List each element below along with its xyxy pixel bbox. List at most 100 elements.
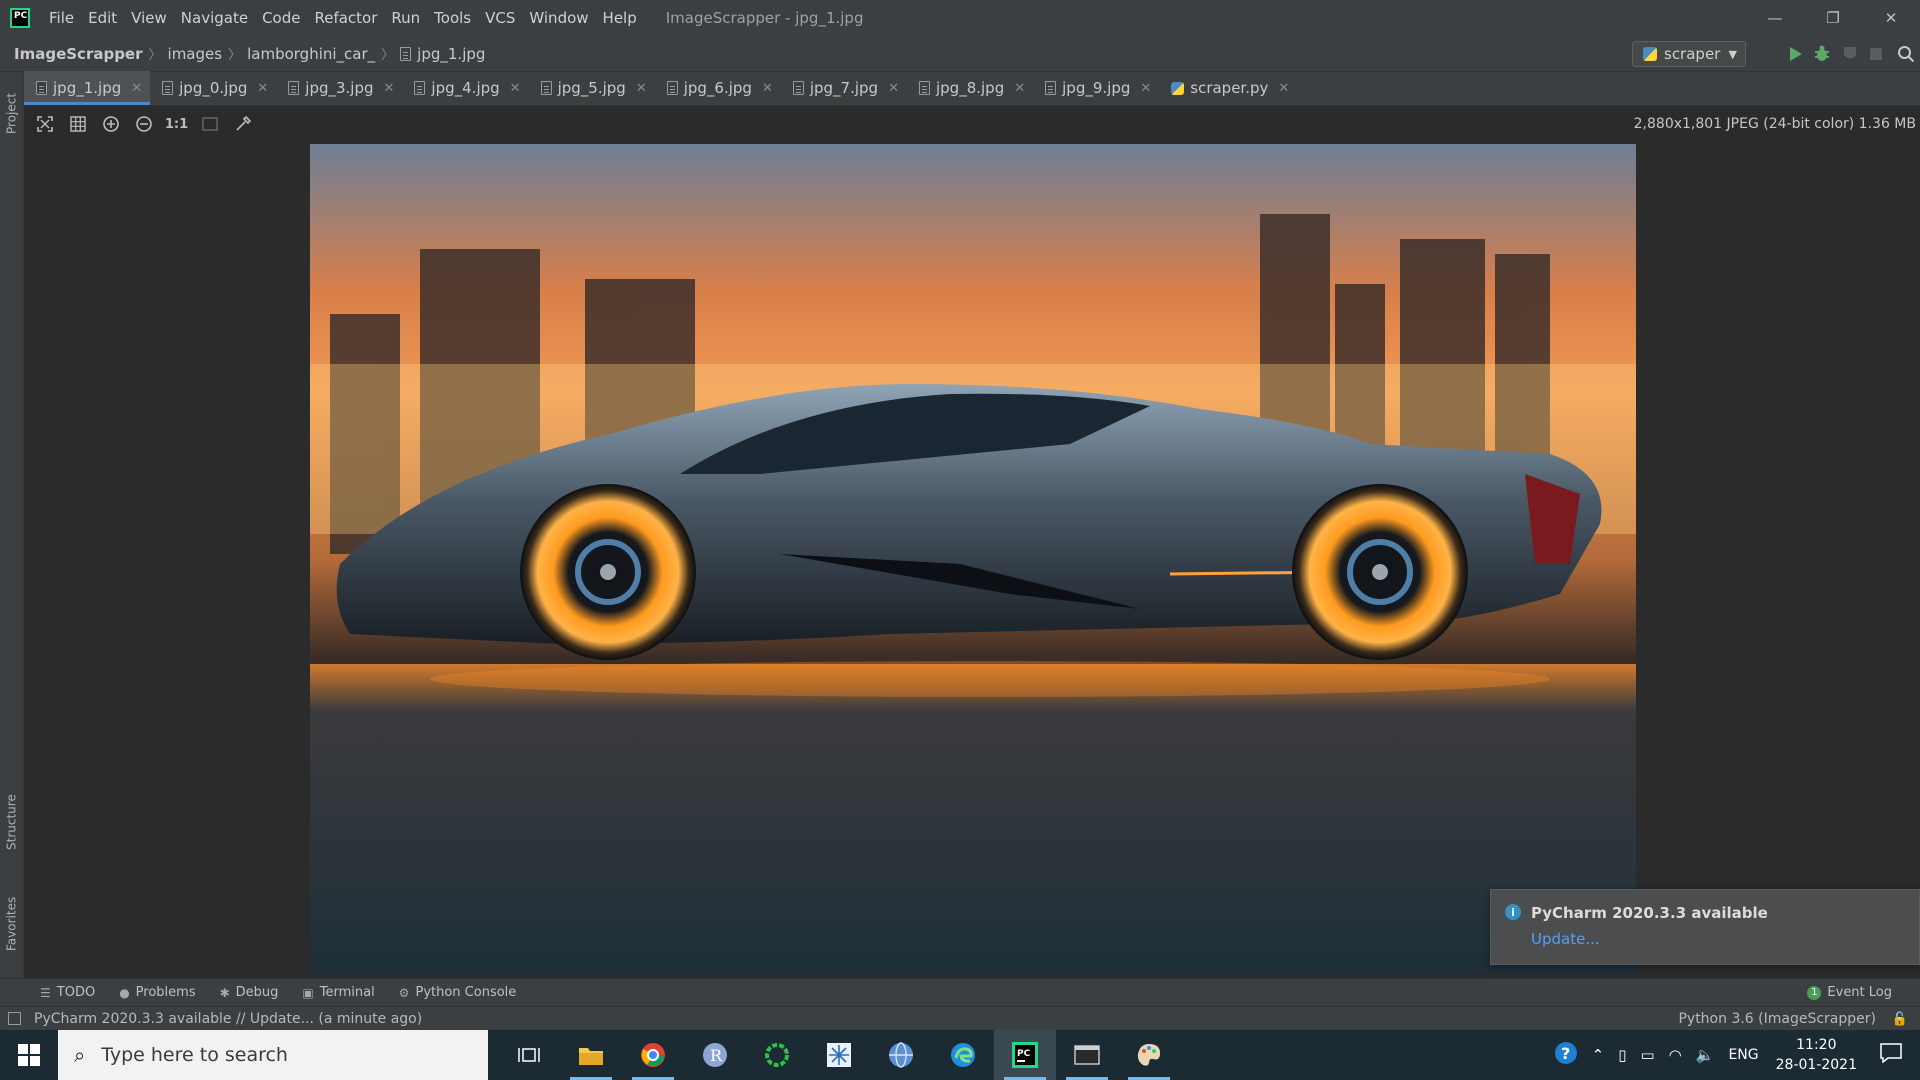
loading-ring-app[interactable] — [746, 1030, 808, 1080]
tab-jpg-9[interactable]: jpg_9.jpg ✕ — [1033, 71, 1159, 105]
zoom-out-icon — [135, 116, 152, 132]
tab-jpg-5[interactable]: jpg_5.jpg ✕ — [529, 71, 655, 105]
tab-jpg-7[interactable]: jpg_7.jpg ✕ — [781, 71, 907, 105]
structure-tool-label: Structure — [4, 794, 19, 850]
run-button[interactable] — [1786, 44, 1806, 64]
globe-icon — [889, 1042, 913, 1068]
tab-label: scraper.py — [1190, 79, 1269, 97]
fit-to-window-button[interactable] — [28, 106, 61, 142]
toggle-grid-button[interactable] — [61, 106, 94, 142]
close-tab-icon[interactable]: ✕ — [1014, 81, 1025, 96]
bug-icon — [1815, 45, 1829, 61]
close-window-button[interactable]: ✕ — [1862, 0, 1920, 36]
file-explorer-app[interactable] — [560, 1030, 622, 1080]
tab-scraper-py[interactable]: scraper.py ✕ — [1159, 71, 1297, 105]
notifications-icon[interactable] — [1880, 1043, 1902, 1067]
clock[interactable]: 11:20 28-01-2021 — [1776, 1035, 1857, 1075]
breadcrumb-folder-lamborghini[interactable]: lamborghini_car_ — [247, 45, 375, 63]
toggle-tool-windows-icon[interactable] — [8, 1012, 21, 1025]
menu-navigate[interactable]: Navigate — [174, 9, 255, 27]
breadcrumb-project[interactable]: ImageScrapper — [14, 45, 143, 63]
wifi-icon[interactable]: ◠ — [1669, 1046, 1682, 1064]
tab-jpg-0[interactable]: jpg_0.jpg ✕ — [150, 71, 276, 105]
breadcrumb-separator-icon: 〉 — [148, 48, 162, 63]
color-picker-button[interactable] — [226, 106, 259, 142]
image-file-icon — [666, 81, 678, 95]
search-everywhere-button[interactable] — [1896, 44, 1916, 64]
globe-app[interactable] — [870, 1030, 932, 1080]
project-tool-tab[interactable]: Project — [0, 78, 23, 148]
lock-icon[interactable]: 🔓 — [1892, 1012, 1908, 1027]
favorites-tool-tab[interactable]: Favorites — [0, 880, 23, 968]
r-app[interactable]: R — [684, 1030, 746, 1080]
menu-file[interactable]: File — [42, 9, 81, 27]
todo-tool-tab[interactable]: ☰ TODO — [40, 985, 95, 1000]
python-interpreter-selector[interactable]: Python 3.6 (ImageScrapper) — [1678, 1011, 1876, 1027]
battery-icon[interactable]: ▭ — [1640, 1046, 1654, 1064]
menu-code[interactable]: Code — [255, 9, 307, 27]
debug-tool-tab[interactable]: ✱ Debug — [220, 985, 279, 1000]
menu-edit[interactable]: Edit — [81, 9, 124, 27]
todo-tool-label: TODO — [56, 985, 96, 1000]
menu-help[interactable]: Help — [596, 9, 644, 27]
problems-tool-tab[interactable]: ● Problems — [119, 985, 195, 1000]
python-console-tool-tab[interactable]: ⚙ Python Console — [399, 985, 517, 1000]
menu-refactor[interactable]: Refactor — [307, 9, 384, 27]
tab-jpg-3[interactable]: jpg_3.jpg ✕ — [276, 71, 402, 105]
terminal-app[interactable] — [1056, 1030, 1118, 1080]
chevron-up-icon[interactable]: ⌃ — [1592, 1046, 1605, 1064]
event-log-tool-tab[interactable]: 1 Event Log — [1807, 985, 1892, 1000]
image-info-label: 2,880x1,801 JPEG (24-bit color) 1.36 MB — [1633, 116, 1916, 132]
language-indicator[interactable]: ENG — [1728, 1047, 1758, 1063]
menu-run[interactable]: Run — [384, 9, 427, 27]
menu-tools[interactable]: Tools — [427, 9, 478, 27]
start-button[interactable] — [0, 1030, 58, 1080]
tab-jpg-1[interactable]: jpg_1.jpg ✕ — [24, 71, 151, 105]
chrome-app[interactable] — [622, 1030, 684, 1080]
help-icon[interactable]: ? — [1554, 1041, 1578, 1069]
paint-app[interactable] — [1118, 1030, 1180, 1080]
actual-size-button[interactable]: 1:1 — [160, 106, 193, 142]
terminal-window-icon — [1074, 1045, 1100, 1065]
menu-view[interactable]: View — [124, 9, 174, 27]
volume-icon[interactable]: 🔈 — [1696, 1046, 1715, 1064]
snipping-tool-app[interactable] — [808, 1030, 870, 1080]
close-tab-icon[interactable]: ✕ — [257, 81, 268, 96]
zoom-out-button[interactable] — [127, 106, 160, 142]
fit-zoom-button[interactable] — [193, 106, 226, 142]
debug-button[interactable] — [1812, 44, 1832, 64]
close-tab-icon[interactable]: ✕ — [1278, 81, 1289, 96]
minimize-button[interactable]: — — [1746, 0, 1804, 36]
taskbar-search-box[interactable]: ⌕ Type here to search — [58, 1030, 488, 1080]
update-link[interactable]: Update... — [1531, 930, 1600, 948]
tab-jpg-8[interactable]: jpg_8.jpg ✕ — [907, 71, 1033, 105]
window-controls: — ❐ ✕ — [1746, 0, 1920, 36]
menu-window[interactable]: Window — [522, 9, 595, 27]
restore-button[interactable]: ❐ — [1804, 0, 1862, 36]
breadcrumb-folder-images[interactable]: images — [168, 45, 223, 63]
close-tab-icon[interactable]: ✕ — [131, 81, 142, 96]
close-tab-icon[interactable]: ✕ — [888, 81, 899, 96]
menu-vcs[interactable]: VCS — [478, 9, 522, 27]
close-tab-icon[interactable]: ✕ — [384, 81, 395, 96]
close-tab-icon[interactable]: ✕ — [1140, 81, 1151, 96]
close-tab-icon[interactable]: ✕ — [510, 81, 521, 96]
structure-tool-tab[interactable]: Structure — [0, 778, 23, 866]
tab-jpg-6[interactable]: jpg_6.jpg ✕ — [655, 71, 781, 105]
status-message[interactable]: PyCharm 2020.3.3 available // Update... … — [34, 1011, 422, 1027]
edge-app[interactable] — [932, 1030, 994, 1080]
zoom-in-button[interactable] — [94, 106, 127, 142]
close-tab-icon[interactable]: ✕ — [636, 81, 647, 96]
task-view-button[interactable] — [498, 1030, 560, 1080]
image-file-icon — [792, 81, 804, 95]
terminal-tool-tab[interactable]: ▣ Terminal — [302, 985, 374, 1000]
device-icon[interactable]: ▯ — [1618, 1046, 1626, 1064]
system-tray: ? ⌃ ▯ ▭ ◠ 🔈 ENG 11:20 28-01-2021 — [1547, 1030, 1920, 1080]
close-tab-icon[interactable]: ✕ — [762, 81, 773, 96]
run-configuration-dropdown[interactable]: scraper ▼ — [1632, 41, 1746, 67]
breadcrumb-file[interactable]: jpg_1.jpg — [400, 45, 485, 63]
stop-button[interactable] — [1866, 44, 1886, 64]
coverage-button[interactable] — [1840, 44, 1860, 64]
tab-jpg-4[interactable]: jpg_4.jpg ✕ — [402, 71, 528, 105]
pycharm-app[interactable]: PC — [994, 1030, 1056, 1080]
